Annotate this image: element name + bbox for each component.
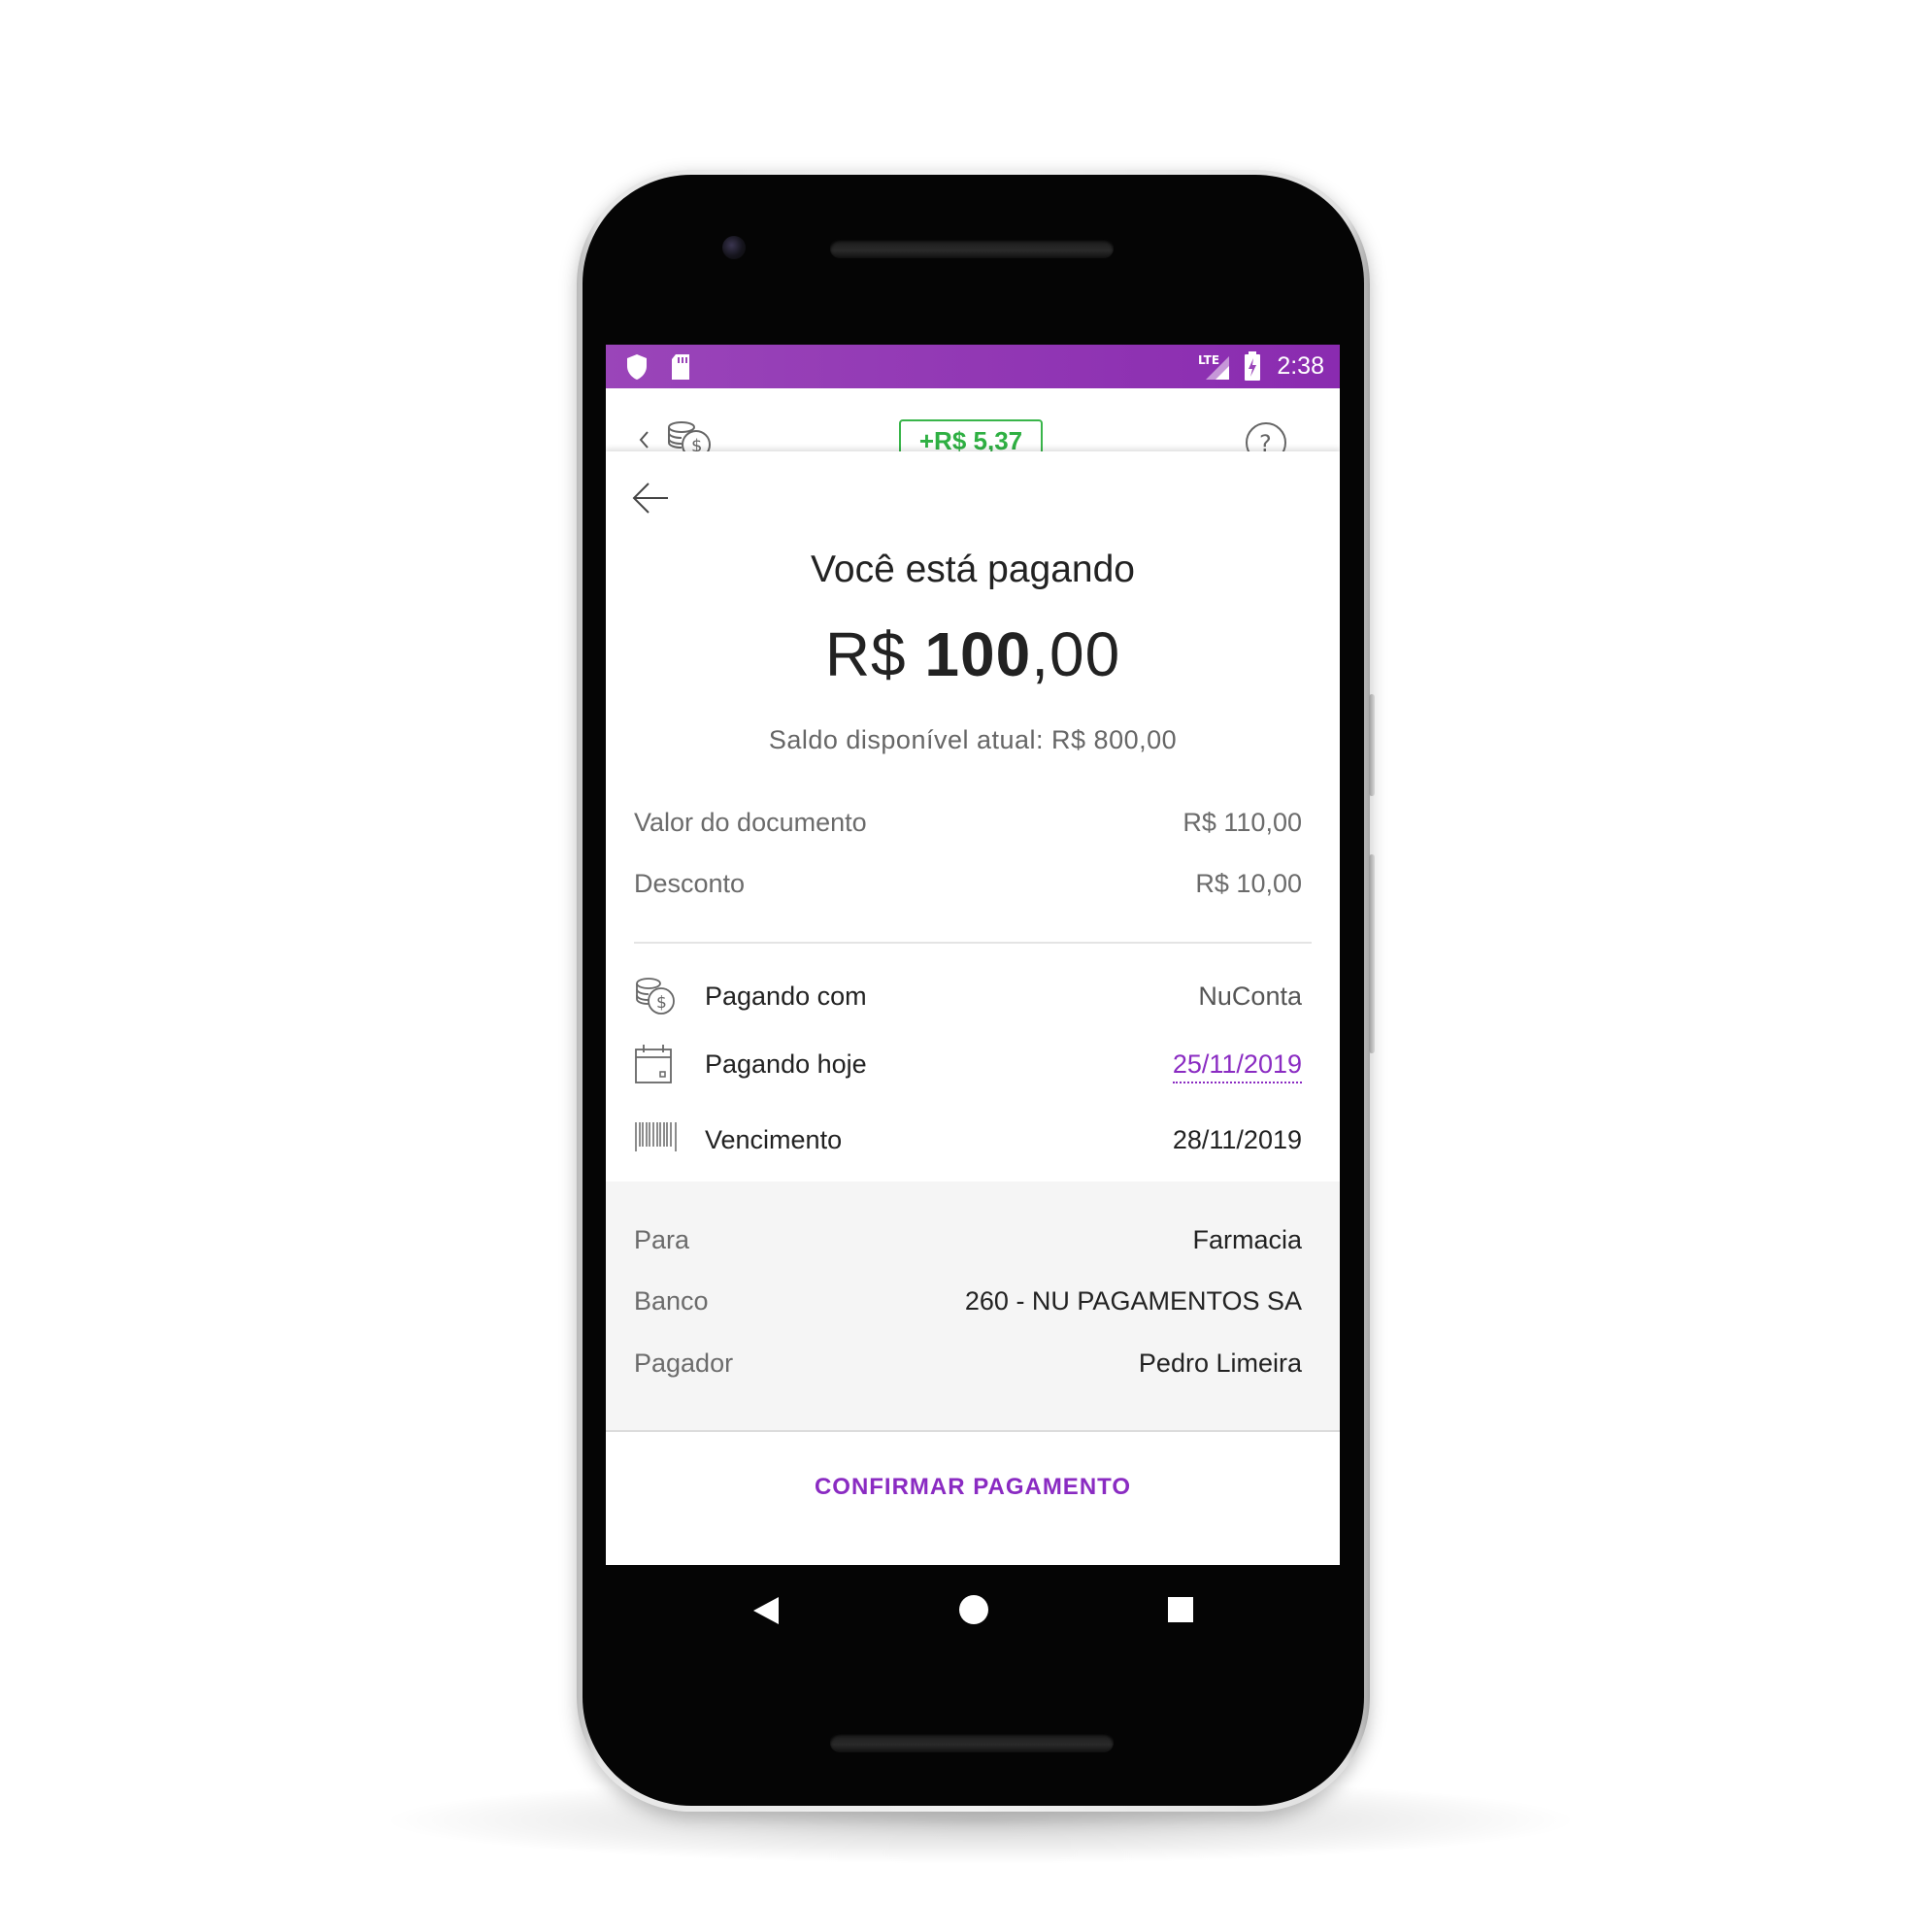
shield-icon — [627, 354, 647, 380]
front-camera — [722, 236, 746, 259]
detail-label: Para — [634, 1225, 690, 1254]
divider — [634, 942, 1312, 944]
screen: LTE 2:38 $ +R$ 5,37 ? Você está pagando … — [606, 345, 1340, 1565]
summary-value: R$ 10,00 — [1195, 869, 1302, 898]
battery-charging-icon — [1245, 351, 1260, 381]
power-button — [1369, 694, 1375, 796]
available-balance: Saldo disponível atual: R$ 800,00 — [768, 725, 1178, 754]
volume-button — [1369, 854, 1375, 1053]
info-row-paying-with[interactable]: $ Pagando com NuConta — [634, 976, 1302, 1022]
recents-square-icon[interactable] — [1167, 1596, 1194, 1628]
lte-signal-icon: LTE — [1198, 353, 1229, 380]
detail-value: Pedro Limeira — [1138, 1349, 1302, 1378]
svg-text:LTE: LTE — [1198, 353, 1219, 367]
info-value: 28/11/2019 — [1172, 1125, 1302, 1154]
detail-row-payer: Pagador Pedro Limeira — [634, 1349, 1302, 1387]
payment-sheet: Você está pagando R$ 100,00 Saldo dispon… — [606, 451, 1340, 1565]
sd-card-icon — [672, 354, 689, 380]
info-row-paying-date[interactable]: Pagando hoje 25/11/2019 — [634, 1044, 1302, 1090]
detail-label: Banco — [634, 1286, 709, 1316]
detail-row-bank: Banco 260 - NU PAGAMENTOS SA — [634, 1286, 1302, 1325]
navigation-bar — [606, 1565, 1340, 1652]
detail-value: Farmacia — [1192, 1225, 1302, 1254]
info-label: Pagando com — [705, 982, 867, 1011]
amount-decimal: ,00 — [1031, 619, 1121, 689]
detail-row-recipient: Para Farmacia — [634, 1225, 1302, 1264]
amount-integer: 100 — [924, 619, 1032, 689]
status-time: 2:38 — [1277, 352, 1324, 380]
top-speaker — [830, 239, 1114, 258]
bottom-speaker — [830, 1733, 1114, 1752]
payment-date-link[interactable]: 25/11/2019 — [1172, 1049, 1302, 1083]
info-row-due-date: Vencimento 28/11/2019 — [634, 1119, 1302, 1166]
chevron-left-icon[interactable] — [637, 429, 650, 450]
summary-label: Desconto — [634, 869, 746, 898]
detail-value: 260 - NU PAGAMENTOS SA — [964, 1286, 1302, 1316]
svg-text:$: $ — [656, 993, 667, 1013]
recipient-details: Para Farmacia Banco 260 - NU PAGAMENTOS … — [606, 1182, 1340, 1432]
app-header: $ +R$ 5,37 ? — [606, 388, 1340, 463]
summary-row-discount: Desconto R$ 10,00 — [634, 869, 1302, 908]
coins-icon: $ — [636, 978, 675, 1015]
summary-label: Valor do documento — [634, 808, 867, 837]
summary-value: R$ 110,00 — [1183, 808, 1302, 837]
confirm-payment-button[interactable]: CONFIRMAR PAGAMENTO — [606, 1432, 1340, 1541]
summary-row-document-value: Valor do documento R$ 110,00 — [634, 808, 1302, 847]
payment-amount: R$ 100,00 — [606, 618, 1340, 690]
page-title: Você está pagando — [811, 549, 1135, 590]
barcode-icon — [635, 1122, 677, 1151]
info-label: Pagando hoje — [705, 1049, 867, 1079]
info-label: Vencimento — [705, 1125, 843, 1154]
detail-label: Pagador — [634, 1349, 734, 1378]
back-arrow-icon[interactable] — [631, 479, 670, 517]
back-triangle-icon[interactable] — [751, 1595, 781, 1631]
amount-currency: R$ — [824, 619, 907, 689]
info-value: NuConta — [1198, 982, 1302, 1011]
home-circle-icon[interactable] — [958, 1594, 989, 1630]
calendar-icon — [635, 1045, 672, 1083]
status-bar: LTE 2:38 — [606, 345, 1340, 388]
